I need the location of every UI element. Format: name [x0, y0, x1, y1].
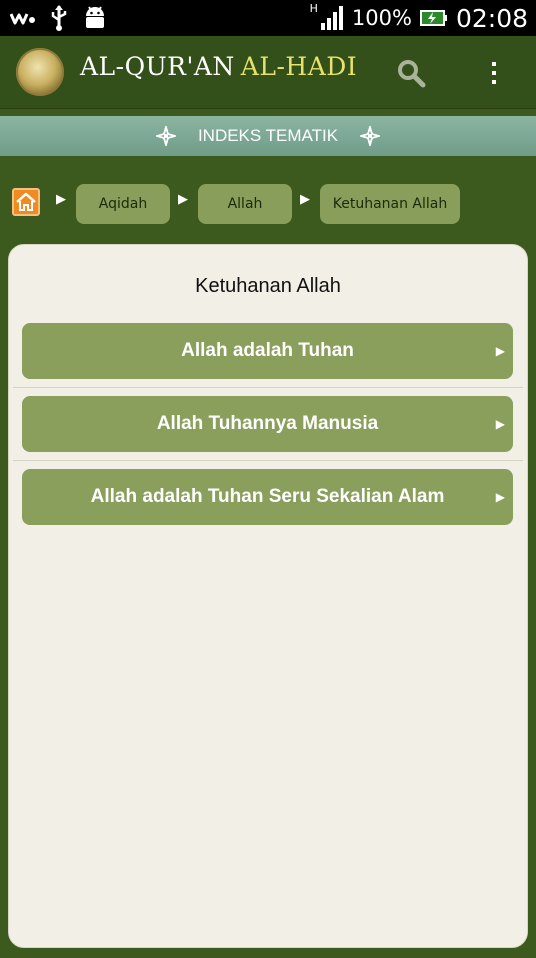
section-header: INDEKS TEMATIK: [0, 116, 536, 156]
walkman-icon: [10, 13, 35, 25]
breadcrumb-item-aqidah[interactable]: Aqidah: [76, 184, 170, 224]
chevron-right-icon: ▶: [495, 490, 505, 504]
battery-percent: 100%: [351, 6, 412, 30]
quran-logo-icon: [16, 48, 64, 96]
breadcrumb-item-allah[interactable]: Allah: [198, 184, 292, 224]
breadcrumb: ▶ Aqidah ▶ Allah ▶ Ketuhanan Allah: [0, 180, 536, 228]
home-button[interactable]: [12, 188, 40, 216]
app-title: AL-QUR'AN AL-HADI: [80, 52, 357, 92]
topic-item-allah-adalah-tuhan-seru-sekalian-alam[interactable]: Allah adalah Tuhan Seru Sekalian Alam ▶: [22, 469, 513, 525]
breadcrumb-separator-icon: ▶: [56, 192, 66, 207]
divider: [13, 460, 523, 461]
ornament-left-icon: [155, 126, 176, 146]
app-title-part1: AL-QUR'AN: [80, 52, 235, 81]
signal-icon: [320, 6, 343, 30]
topic-label: Allah adalah Tuhan: [181, 340, 354, 361]
topic-panel: Ketuhanan Allah Allah adalah Tuhan ▶ All…: [8, 244, 528, 948]
app-title-part2: AL-HADI: [240, 52, 358, 81]
battery-charging-icon: [419, 10, 447, 26]
breadcrumb-separator-icon: ▶: [178, 192, 188, 207]
search-icon[interactable]: [396, 58, 426, 88]
breadcrumb-item-ketuhanan-allah[interactable]: Ketuhanan Allah: [320, 184, 460, 224]
section-title: INDEKS TEMATIK: [197, 126, 339, 145]
status-bar: H 100% 02:08: [0, 0, 536, 36]
panel-title: Ketuhanan Allah: [195, 275, 341, 297]
topic-item-allah-tuhannya-manusia[interactable]: Allah Tuhannya Manusia ▶: [22, 396, 513, 452]
topic-item-allah-adalah-tuhan[interactable]: Allah adalah Tuhan ▶: [22, 323, 513, 379]
android-debug-icon: [86, 6, 104, 28]
ornament-right-icon: [360, 126, 381, 146]
network-type: H: [309, 1, 318, 15]
home-icon: [16, 192, 36, 211]
system-indicators: H 100% 02:08: [310, 0, 528, 36]
app-bar: AL-QUR'AN AL-HADI: [0, 36, 536, 109]
chevron-right-icon: ▶: [495, 417, 505, 431]
topic-label: Allah adalah Tuhan Seru Sekalian Alam: [90, 486, 445, 507]
clock: 02:08: [455, 3, 528, 33]
breadcrumb-separator-icon: ▶: [300, 192, 310, 207]
chevron-right-icon: ▶: [495, 344, 505, 358]
overflow-menu-icon[interactable]: [482, 58, 506, 88]
notification-icons: [10, 4, 108, 32]
usb-icon: [51, 5, 67, 31]
topic-label: Allah Tuhannya Manusia: [156, 413, 379, 434]
divider: [13, 387, 523, 388]
